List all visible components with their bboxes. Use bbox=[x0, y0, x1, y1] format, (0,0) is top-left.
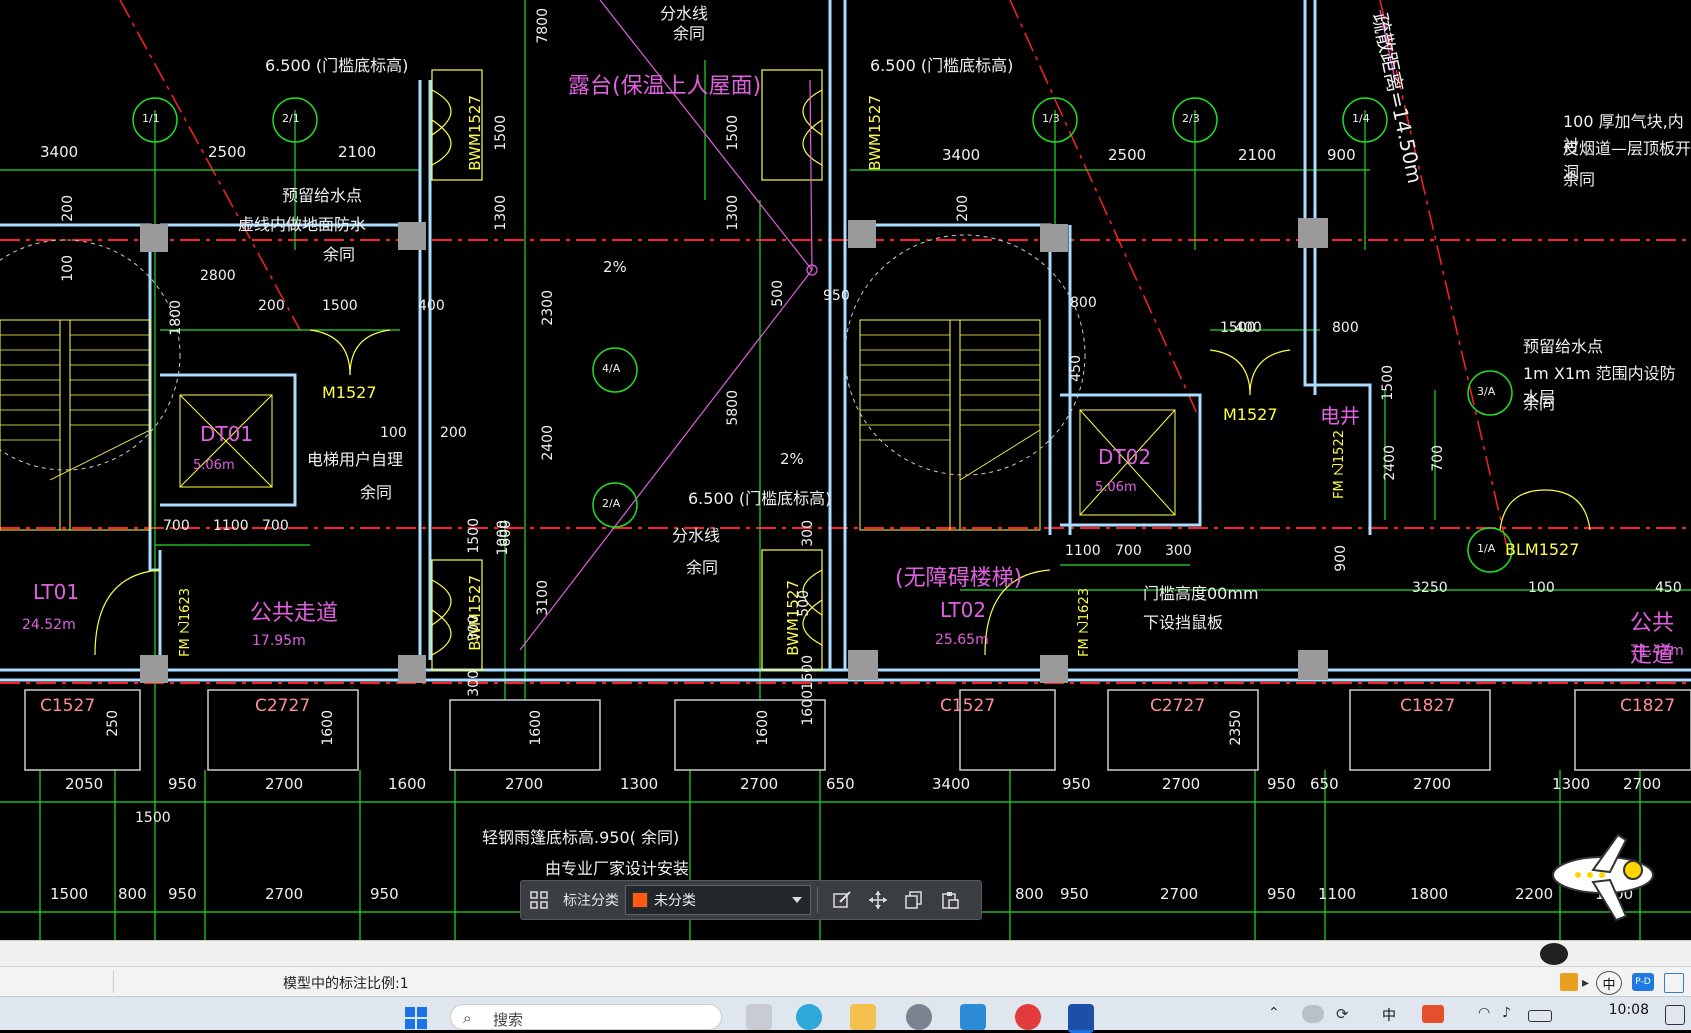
dim-text: 800 bbox=[1332, 320, 1359, 336]
mascot-airplane-icon[interactable] bbox=[1548, 830, 1658, 925]
toolbar-divider bbox=[817, 887, 818, 913]
status-divider bbox=[113, 971, 114, 993]
ime-indicator[interactable]: 中 bbox=[1596, 971, 1622, 995]
dim-text: 1800 bbox=[168, 300, 184, 336]
dim-text: 450 bbox=[1068, 355, 1084, 382]
dim-text: 1500 bbox=[1380, 365, 1396, 401]
dim-text: 1600 bbox=[528, 710, 544, 746]
pd-icon[interactable]: P-D bbox=[1632, 973, 1654, 991]
dim-text: 200 bbox=[955, 195, 971, 222]
settings-icon[interactable] bbox=[906, 1004, 932, 1030]
paste-icon[interactable] bbox=[932, 882, 968, 918]
annotation-toolbar: 标注分类 未分类 bbox=[520, 880, 982, 920]
dim-text: 500 bbox=[796, 590, 812, 617]
dim-text: 300 bbox=[1165, 543, 1192, 559]
dim-text: 500 bbox=[770, 280, 786, 307]
app-blue-icon[interactable] bbox=[960, 1004, 986, 1030]
dim-text: 300 bbox=[466, 615, 482, 642]
dim-text: 2400 bbox=[540, 425, 556, 461]
search-placeholder: 搜索 bbox=[493, 1011, 524, 1029]
taskbar-clock: 10:08 bbox=[1608, 1002, 1649, 1018]
dim-text: 3250 bbox=[1412, 580, 1448, 596]
dim-text: 1600 bbox=[800, 690, 816, 726]
dim-text: 100 bbox=[60, 255, 76, 282]
status-bar: 模型中的标注比例:1 ▸ 中 P-D bbox=[0, 966, 1691, 997]
dim-text: 1500 bbox=[466, 518, 482, 554]
annotation-scale-text: 模型中的标注比例:1 bbox=[283, 976, 409, 992]
dim-text: 700 bbox=[163, 518, 190, 534]
dim-text: 700 bbox=[1430, 445, 1446, 472]
dim-text: 600 bbox=[498, 520, 514, 547]
dim-text: 1600 bbox=[800, 655, 816, 691]
dim-text: 1600 bbox=[320, 710, 336, 746]
refresh-icon[interactable]: ⟳ bbox=[1336, 1005, 1358, 1023]
edit-icon[interactable] bbox=[824, 882, 860, 918]
wifi-icon[interactable]: ◠ bbox=[1478, 1005, 1500, 1023]
cloud-icon[interactable] bbox=[1302, 1005, 1324, 1023]
dim-text: 1600 bbox=[755, 710, 771, 746]
windows-start-icon[interactable] bbox=[405, 1007, 427, 1029]
dim-text: 900 bbox=[1333, 545, 1349, 572]
dim-text: 5800 bbox=[725, 390, 741, 426]
taskbar-search[interactable]: ⌕ 搜索 bbox=[450, 1004, 722, 1030]
dim-text: 1300 bbox=[725, 195, 741, 231]
dim-text: 300 bbox=[466, 670, 482, 697]
dimension-misc: 7800 1500 1300 2300 2400 5800 3100 1000 200 100 28… bbox=[0, 0, 1691, 940]
mascot-small-icon[interactable] bbox=[1540, 943, 1568, 965]
volume-icon[interactable]: ♪ bbox=[1502, 1005, 1524, 1023]
dim-text: 200 bbox=[440, 425, 467, 441]
dim-text: 100 bbox=[380, 425, 407, 441]
dim-text: 2300 bbox=[540, 290, 556, 326]
cad-drawing-canvas[interactable]: 露台(保温上人屋面) 公共走道 公共走道 (无障碍楼梯) 电井 LT01 LT0… bbox=[0, 0, 1691, 940]
app-red-icon[interactable] bbox=[1015, 1004, 1041, 1030]
dim-text: 700 bbox=[262, 518, 289, 534]
dim-text: 200 bbox=[258, 298, 285, 314]
dim-text: 2800 bbox=[200, 268, 236, 284]
windows-taskbar: ⌕ 搜索 ⌃ ⟳ 中 ◠ ♪ 10:08 bbox=[0, 996, 1691, 1033]
dim-text: 800 bbox=[1070, 295, 1097, 311]
category-color-swatch bbox=[632, 892, 648, 908]
dim-text: 450 bbox=[1655, 580, 1682, 596]
dim-text: 300 bbox=[800, 520, 816, 547]
dim-text: 1500 bbox=[493, 115, 509, 151]
notification-icon[interactable] bbox=[1665, 1005, 1685, 1025]
copy-icon[interactable] bbox=[896, 882, 932, 918]
grid-icon[interactable] bbox=[521, 882, 557, 918]
dim-text: 1100 bbox=[1065, 543, 1101, 559]
dim-text: 7800 bbox=[535, 8, 551, 44]
move-icon[interactable] bbox=[860, 882, 896, 918]
dim-text: 1500 bbox=[725, 115, 741, 151]
dim-text: 3100 bbox=[535, 580, 551, 616]
ime-tray-indicator[interactable]: 中 bbox=[1382, 1005, 1404, 1024]
chevron-down-icon bbox=[792, 897, 802, 903]
search-icon: ⌕ bbox=[463, 1009, 472, 1027]
chevron-up-icon[interactable]: ⌃ bbox=[1268, 1005, 1290, 1023]
dim-text: 1300 bbox=[493, 195, 509, 231]
dim-text: 1500 bbox=[322, 298, 358, 314]
arrow-icon[interactable]: ▸ bbox=[1582, 975, 1589, 991]
dim-text: 200 bbox=[60, 195, 76, 222]
layer-icon[interactable] bbox=[1560, 973, 1578, 991]
file-icon[interactable] bbox=[746, 1004, 772, 1030]
dim-text: 250 bbox=[105, 710, 121, 737]
file-explorer-icon[interactable] bbox=[850, 1004, 876, 1030]
dim-text: 1100 bbox=[213, 518, 249, 534]
annotation-category-select[interactable]: 未分类 bbox=[625, 885, 811, 915]
category-select-value: 未分类 bbox=[654, 893, 696, 909]
dim-text: 2400 bbox=[1382, 445, 1398, 481]
dim-text: 700 bbox=[1115, 543, 1142, 559]
dim-text: 1500 bbox=[135, 810, 171, 826]
wps-icon[interactable] bbox=[1422, 1005, 1444, 1023]
battery-icon[interactable] bbox=[1528, 1010, 1552, 1022]
edge-browser-icon[interactable] bbox=[796, 1004, 822, 1030]
dim-text: 400 bbox=[1235, 320, 1262, 336]
annotation-category-label: 标注分类 bbox=[563, 893, 619, 909]
dim-text: 400 bbox=[418, 298, 445, 314]
dim-text: 100 bbox=[1528, 580, 1555, 596]
dim-text: 950 bbox=[823, 288, 850, 304]
panel-icon[interactable] bbox=[1664, 973, 1684, 993]
dim-text: 2350 bbox=[1228, 710, 1244, 746]
horizontal-scrollbar[interactable] bbox=[0, 940, 1691, 967]
